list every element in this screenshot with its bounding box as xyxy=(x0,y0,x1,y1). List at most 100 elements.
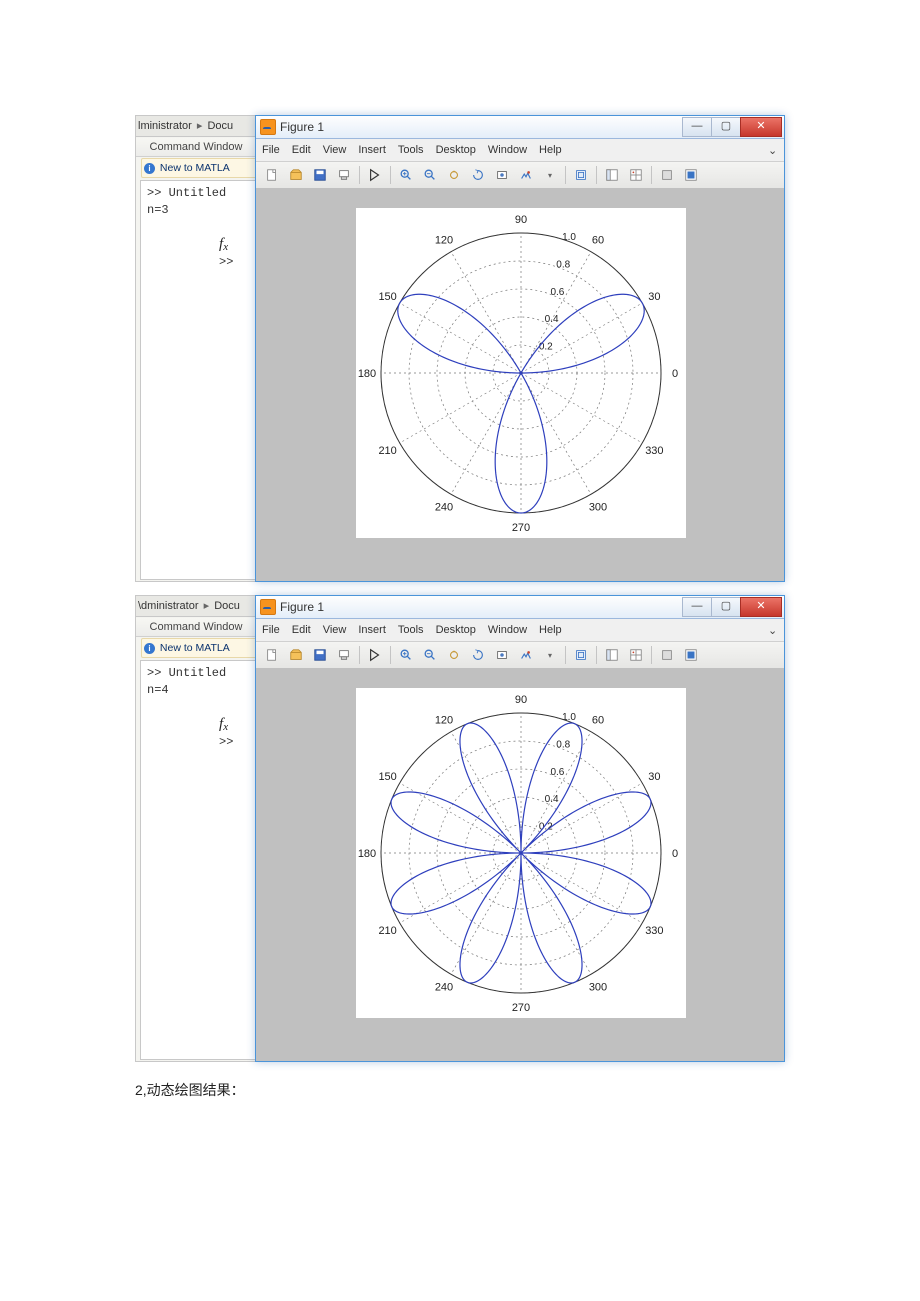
toolbar-button-3[interactable] xyxy=(333,644,355,666)
toolbar-button-10[interactable] xyxy=(467,164,489,186)
toolbar-button-1[interactable] xyxy=(285,164,307,186)
toolbar-button-2[interactable] xyxy=(309,164,331,186)
svg-text:120: 120 xyxy=(435,715,453,727)
banner-text: New to MATLA xyxy=(160,642,230,654)
menu-edit[interactable]: Edit xyxy=(292,624,311,636)
toolbar-button-20[interactable] xyxy=(656,644,678,666)
toolbar-button-8[interactable] xyxy=(419,644,441,666)
menu-window[interactable]: Window xyxy=(488,624,527,636)
toolbar-button-15[interactable] xyxy=(570,164,592,186)
figure-canvas: 03060901201501802102402703003300.20.40.6… xyxy=(256,188,784,581)
titlebar[interactable]: Figure 1 — ▢ ✕ xyxy=(256,116,784,139)
svg-text:90: 90 xyxy=(515,694,527,706)
cmd-line: n=3 xyxy=(147,202,263,219)
close-button[interactable]: ✕ xyxy=(740,597,782,617)
command-window[interactable]: >> Untitled n=3 fx >> xyxy=(140,180,270,580)
toolbar-button-21[interactable] xyxy=(680,644,702,666)
svg-text:0.8: 0.8 xyxy=(556,739,570,750)
toolbar-button-20[interactable] xyxy=(656,164,678,186)
toolbar-button-3[interactable] xyxy=(333,164,355,186)
toolbar-separator xyxy=(565,166,566,184)
menu-desktop[interactable]: Desktop xyxy=(436,144,476,156)
menu-insert[interactable]: Insert xyxy=(358,624,386,636)
svg-text:330: 330 xyxy=(645,445,663,457)
svg-text:0.6: 0.6 xyxy=(550,767,564,778)
toolbar-button-11[interactable] xyxy=(491,644,513,666)
toolbar-button-12[interactable] xyxy=(515,164,537,186)
toolbar-button-17[interactable] xyxy=(601,644,623,666)
figure-toolbar: ▾ xyxy=(256,642,784,669)
toolbar-button-7[interactable] xyxy=(395,644,417,666)
command-window-title: Command Window xyxy=(136,138,256,157)
menubar: File Edit View Insert Tools Desktop Window Help… xyxy=(256,619,784,642)
titlebar[interactable]: Figure 1 — ▢ ✕ xyxy=(256,596,784,619)
breadcrumb-seg: \dministrator xyxy=(138,600,199,612)
menu-edit[interactable]: Edit xyxy=(292,144,311,156)
svg-text:270: 270 xyxy=(512,1002,530,1014)
toolbar-separator xyxy=(651,646,652,664)
menu-tools[interactable]: Tools xyxy=(398,624,424,636)
toolbar-button-12[interactable] xyxy=(515,644,537,666)
figure-icon xyxy=(260,599,276,615)
toolbar-button-18[interactable] xyxy=(625,644,647,666)
polar-axes: 03060901201501802102402703003300.20.40.6… xyxy=(356,688,686,1018)
toolbar-button-10[interactable] xyxy=(467,644,489,666)
menu-tools[interactable]: Tools xyxy=(398,144,424,156)
menu-view[interactable]: View xyxy=(323,144,347,156)
toolbar-separator xyxy=(651,166,652,184)
menu-view[interactable]: View xyxy=(323,624,347,636)
minimize-button[interactable]: — xyxy=(682,597,712,617)
maximize-button[interactable]: ▢ xyxy=(711,117,741,137)
toolbar-button-8[interactable] xyxy=(419,164,441,186)
toolbar-button-2[interactable] xyxy=(309,644,331,666)
maximize-button[interactable]: ▢ xyxy=(711,597,741,617)
close-button[interactable]: ✕ xyxy=(740,117,782,137)
toolbar-button-11[interactable] xyxy=(491,164,513,186)
menu-file[interactable]: File xyxy=(262,144,280,156)
breadcrumb-sep-icon: ▸ xyxy=(197,120,203,132)
command-window[interactable]: >> Untitled n=4 fx >> xyxy=(140,660,270,1060)
cmd-prompt[interactable]: fx >> xyxy=(147,699,263,768)
cmd-line: n=4 xyxy=(147,682,263,699)
menu-insert[interactable]: Insert xyxy=(358,144,386,156)
toolbar-button-21[interactable] xyxy=(680,164,702,186)
toolbar-button-5[interactable] xyxy=(364,644,386,666)
menu-chevron-icon[interactable]: ⌄ xyxy=(768,624,780,636)
menu-help[interactable]: Help xyxy=(539,144,562,156)
svg-text:240: 240 xyxy=(435,981,453,993)
cmd-prompt[interactable]: fx >> xyxy=(147,219,263,288)
breadcrumb-seg: Docu xyxy=(214,600,240,612)
svg-text:0.8: 0.8 xyxy=(556,259,570,270)
minimize-button[interactable]: — xyxy=(682,117,712,137)
toolbar-button-0[interactable] xyxy=(261,164,283,186)
fx-icon[interactable]: fx xyxy=(219,716,228,732)
new-to-matlab-banner[interactable]: i New to MATLA xyxy=(141,638,258,658)
toolbar-button-18[interactable] xyxy=(625,164,647,186)
toolbar-button-9[interactable] xyxy=(443,164,465,186)
menu-window[interactable]: Window xyxy=(488,144,527,156)
toolbar-button-13[interactable]: ▾ xyxy=(539,644,561,666)
menu-file[interactable]: File xyxy=(262,624,280,636)
toolbar-button-1[interactable] xyxy=(285,644,307,666)
toolbar-button-7[interactable] xyxy=(395,164,417,186)
path-breadcrumb[interactable]: lministrator ▸ Docu xyxy=(136,116,260,137)
menu-chevron-icon[interactable]: ⌄ xyxy=(768,144,780,156)
menu-desktop[interactable]: Desktop xyxy=(436,624,476,636)
menu-help[interactable]: Help xyxy=(539,624,562,636)
svg-text:0.4: 0.4 xyxy=(545,794,559,805)
toolbar-button-15[interactable] xyxy=(570,644,592,666)
figure-window: Figure 1 — ▢ ✕ File Edit View Insert Tools De… xyxy=(255,595,785,1062)
fx-icon[interactable]: fx xyxy=(219,236,228,252)
window-title: Figure 1 xyxy=(280,600,324,614)
toolbar-button-9[interactable] xyxy=(443,644,465,666)
svg-text:0: 0 xyxy=(672,848,678,860)
svg-text:180: 180 xyxy=(358,368,376,380)
toolbar-button-17[interactable] xyxy=(601,164,623,186)
path-breadcrumb[interactable]: \dministrator ▸ Docu xyxy=(136,596,260,617)
toolbar-button-5[interactable] xyxy=(364,164,386,186)
svg-text:210: 210 xyxy=(378,445,396,457)
toolbar-button-0[interactable] xyxy=(261,644,283,666)
svg-text:60: 60 xyxy=(592,235,604,247)
toolbar-button-13[interactable]: ▾ xyxy=(539,164,561,186)
new-to-matlab-banner[interactable]: i New to MATLA xyxy=(141,158,258,178)
